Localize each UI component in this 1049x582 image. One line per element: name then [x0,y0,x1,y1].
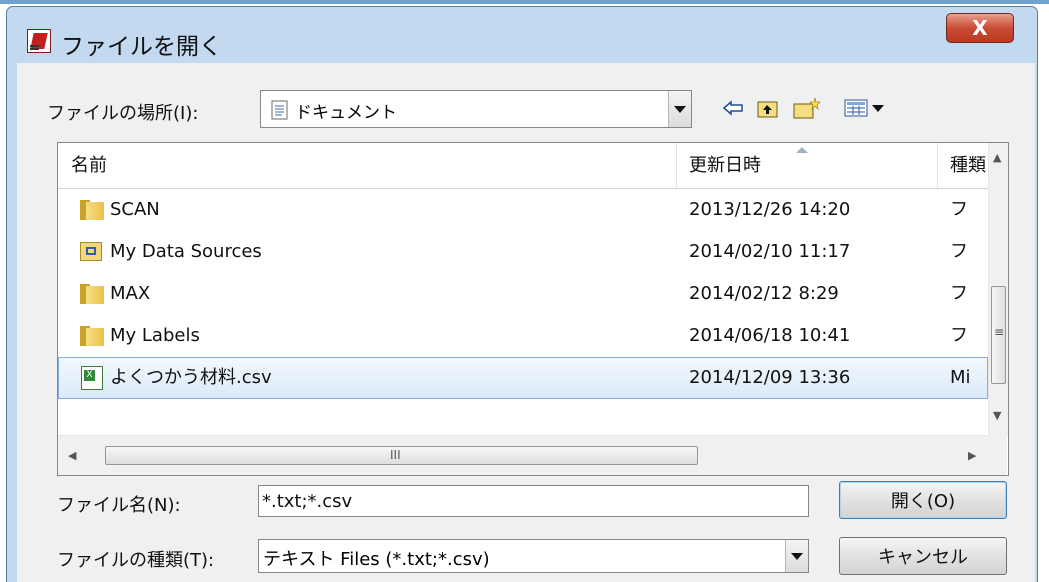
file-date: 2014/06/18 10:41 [689,325,851,346]
file-name: MAX [110,283,151,304]
new-folder-button[interactable] [792,93,822,123]
app-icon [27,29,51,53]
file-type: Mi [950,367,971,388]
file-type: フ [950,325,968,346]
list-header: 名前 更新日時 種類 [58,143,988,189]
file-name: SCAN [110,199,160,220]
close-button[interactable]: X [946,13,1014,43]
data-sources-icon [80,242,102,261]
filetype-combo[interactable]: テキスト Files (*.txt;*.csv) [258,539,809,573]
window-title: ファイルを開く [61,34,222,60]
scroll-grip: ≡ [994,325,1005,339]
list-item[interactable]: My Data Sources 2014/02/10 11:17 フ [58,231,988,273]
chevron-down-icon [791,552,803,560]
chevron-down-icon [674,105,686,113]
folder-icon [80,200,104,220]
scroll-left-icon[interactable]: ◀ [68,449,76,462]
new-folder-icon [793,97,821,119]
column-header-name[interactable]: 名前 [58,143,676,188]
vertical-scrollbar[interactable]: ▲ ≡ ▼ [988,143,1008,435]
list-item[interactable]: SCAN 2013/12/26 14:20 フ [58,189,988,231]
file-date: 2014/02/10 11:17 [689,241,851,262]
scroll-grip: III [390,448,401,462]
csv-file-icon: X [81,366,103,390]
file-date: 2013/12/26 14:20 [689,199,851,220]
file-type: フ [950,283,968,304]
open-button[interactable]: 開く(O) [839,481,1007,519]
file-date: 2014/02/12 8:29 [689,283,839,304]
document-icon [271,100,288,120]
column-header-type[interactable]: 種類 [937,143,988,188]
list-item-selected[interactable]: X よくつかう材料.csv 2014/12/09 13:36 Mi [58,357,988,399]
file-name: My Labels [110,325,200,346]
folder-icon [80,284,104,304]
location-combo[interactable]: ドキュメント [260,90,692,128]
dialog-body: ファイルの場所(I): ドキュメント 名前 更新日時 種類 SCAN 2013/… [17,63,1035,582]
sort-ascending-icon [796,147,808,153]
scroll-up-icon[interactable]: ▲ [993,151,1001,164]
scrollbar-corner [988,435,1007,475]
location-dropdown-button[interactable] [668,91,691,127]
background-window-edge [0,0,1049,4]
filename-input[interactable] [258,485,809,517]
vertical-scroll-thumb[interactable]: ≡ [991,286,1006,384]
view-menu-button[interactable] [843,93,889,123]
filetype-dropdown-button[interactable] [785,540,808,572]
file-type: フ [950,199,968,220]
back-arrow-icon [722,100,743,116]
horizontal-scrollbar[interactable]: ◀ III ▶ [58,435,988,475]
filetype-label: ファイルの種類(T): [57,550,215,571]
view-menu-icon [844,99,884,117]
location-label: ファイルの場所(I): [47,103,199,124]
filename-label: ファイル名(N): [57,495,181,516]
file-type: フ [950,241,968,262]
up-folder-icon [757,101,778,118]
up-folder-button[interactable] [755,93,781,123]
open-file-dialog: ファイルを開く X ファイルの場所(I): ドキュメント 名前 更新日時 種類 … [6,6,1038,582]
folder-icon [80,326,104,346]
file-date: 2014/12/09 13:36 [689,367,851,388]
scroll-down-icon[interactable]: ▼ [993,409,1001,422]
list-item[interactable]: MAX 2014/02/12 8:29 フ [58,273,988,315]
list-item[interactable]: My Labels 2014/06/18 10:41 フ [58,315,988,357]
cancel-button[interactable]: キャンセル [839,537,1007,575]
back-button[interactable] [720,93,746,123]
file-name: My Data Sources [110,241,262,262]
horizontal-scroll-thumb[interactable]: III [105,446,698,465]
file-name: よくつかう材料.csv [110,367,272,388]
close-icon: X [972,16,988,40]
location-value: ドキュメント [295,103,397,123]
filetype-value: テキスト Files (*.txt;*.csv) [263,549,490,570]
scroll-right-icon[interactable]: ▶ [968,449,976,462]
file-list[interactable]: 名前 更新日時 種類 SCAN 2013/12/26 14:20 フ My Da… [57,142,1009,476]
